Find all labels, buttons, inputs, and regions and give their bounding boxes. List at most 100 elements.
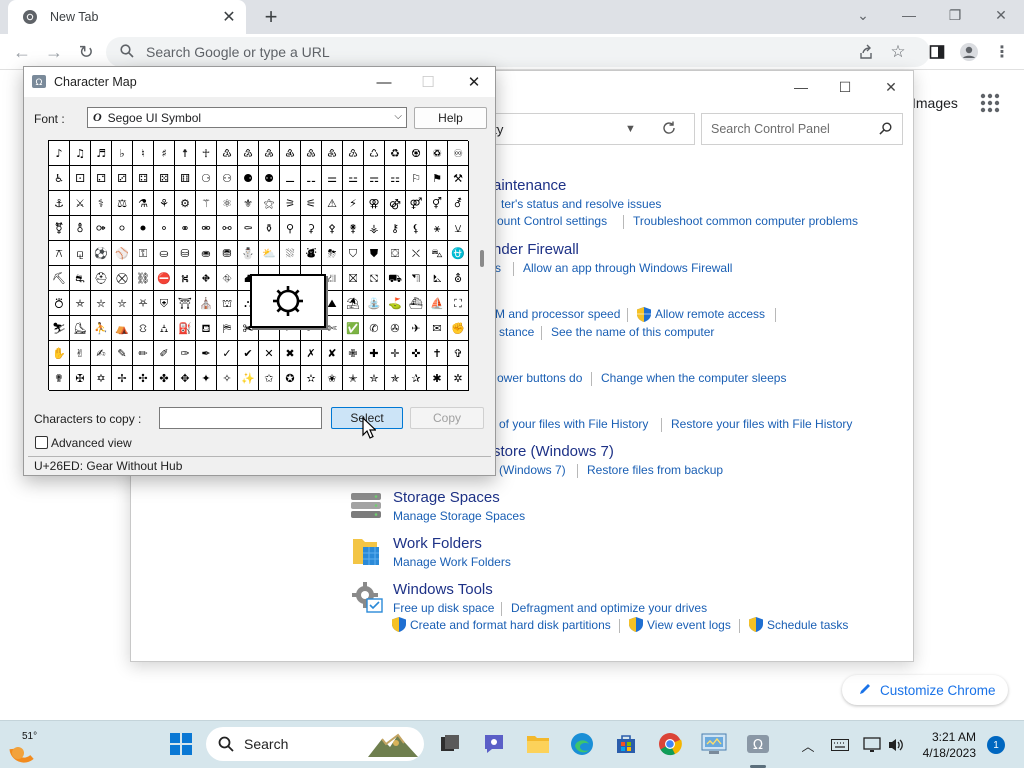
character-cell[interactable]: ⛒ xyxy=(112,266,133,291)
cp-link[interactable]: stance xyxy=(499,325,534,339)
character-cell[interactable]: ♹ xyxy=(343,141,364,166)
character-cell[interactable]: ⛝ xyxy=(343,266,364,291)
reload-button[interactable]: ↻ xyxy=(72,38,100,66)
character-cell[interactable]: ⛾ xyxy=(196,316,217,341)
character-cell[interactable]: ⚶ xyxy=(364,216,385,241)
character-cell[interactable]: ⛽ xyxy=(175,316,196,341)
character-cell[interactable]: ⚵ xyxy=(343,216,364,241)
character-cell[interactable]: ⛹ xyxy=(91,316,112,341)
character-cell[interactable]: ⛐ xyxy=(70,266,91,291)
character-cell[interactable]: ⚼ xyxy=(70,241,91,266)
character-cell[interactable]: ⚴ xyxy=(322,216,343,241)
side-panel-icon[interactable] xyxy=(923,38,951,66)
task-view-icon[interactable] xyxy=(436,730,464,758)
character-cell[interactable]: ⚭ xyxy=(175,216,196,241)
character-cell[interactable]: ♺ xyxy=(364,141,385,166)
character-cell[interactable]: ✈ xyxy=(406,316,427,341)
character-cell[interactable]: ⛃ xyxy=(217,241,238,266)
address-bar[interactable]: Search Google or type a URL xyxy=(106,37,930,67)
character-cell[interactable]: ⛣ xyxy=(49,291,70,316)
character-cell[interactable]: ⚠ xyxy=(322,191,343,216)
bookmark-star-icon[interactable]: ☆ xyxy=(884,38,912,66)
cp-link[interactable]: See the name of this computer xyxy=(551,325,714,339)
character-cell[interactable]: ✨ xyxy=(238,366,259,391)
show-hidden-icons-chevron-icon[interactable]: ︿ xyxy=(798,735,818,755)
character-cell[interactable]: ♵ xyxy=(259,141,280,166)
character-cell[interactable]: ✓ xyxy=(217,341,238,366)
share-icon[interactable] xyxy=(852,38,880,66)
character-cell[interactable]: ✬ xyxy=(322,366,343,391)
character-cell[interactable]: ⛟ xyxy=(385,266,406,291)
character-cell[interactable]: ♳ xyxy=(217,141,238,166)
character-cell[interactable]: ✩ xyxy=(259,366,280,391)
character-cell[interactable]: ⚋ xyxy=(301,166,322,191)
character-cell[interactable]: ⛥ xyxy=(91,291,112,316)
character-cell[interactable]: ✎ xyxy=(112,341,133,366)
character-cell[interactable]: ⚧ xyxy=(49,216,70,241)
character-cell[interactable]: ⚻ xyxy=(49,241,70,266)
character-cell[interactable]: ⛖ xyxy=(196,266,217,291)
network-monitor-icon[interactable] xyxy=(862,735,882,755)
help-button[interactable]: Help xyxy=(414,107,487,129)
browser-tab-new-tab[interactable]: New Tab ✕ xyxy=(8,0,246,34)
character-cell[interactable]: ♾ xyxy=(448,141,469,166)
character-cell[interactable]: ✆ xyxy=(364,316,385,341)
character-cell[interactable]: ⛨ xyxy=(154,291,175,316)
character-cell[interactable]: ✔ xyxy=(238,341,259,366)
character-cell[interactable]: ✕ xyxy=(259,341,280,366)
character-cell[interactable]: ✋ xyxy=(49,341,70,366)
windows-start-icon[interactable] xyxy=(170,733,192,755)
character-cell[interactable]: ✝ xyxy=(427,341,448,366)
character-cell[interactable]: ⛢ xyxy=(448,266,469,291)
character-cell[interactable]: ⚌ xyxy=(322,166,343,191)
character-cell[interactable]: ⚒ xyxy=(448,166,469,191)
character-cell[interactable]: ⚨ xyxy=(70,216,91,241)
minimize-button[interactable]: — xyxy=(886,0,932,30)
character-cell[interactable]: ⛉ xyxy=(343,241,364,266)
character-cell[interactable]: ⚮ xyxy=(196,216,217,241)
character-cell[interactable]: ⚦ xyxy=(448,191,469,216)
character-cell[interactable]: ✜ xyxy=(406,341,427,366)
character-cell[interactable]: ⛅ xyxy=(259,241,280,266)
character-cell[interactable]: ⛗ xyxy=(217,266,238,291)
character-cell[interactable]: ⛫ xyxy=(217,291,238,316)
tab-search-chevron-icon[interactable]: ⌄ xyxy=(840,0,886,30)
character-cell[interactable]: ✭ xyxy=(343,366,364,391)
character-cell[interactable]: ⚹ xyxy=(427,216,448,241)
character-cell[interactable]: ⛄ xyxy=(238,241,259,266)
character-cell[interactable]: ⚲ xyxy=(280,216,301,241)
character-cell[interactable]: ⚂ xyxy=(112,166,133,191)
character-cell[interactable]: ⚳ xyxy=(301,216,322,241)
character-cell[interactable]: ⚎ xyxy=(364,166,385,191)
character-cell[interactable]: ✍ xyxy=(91,341,112,366)
forward-button[interactable]: → xyxy=(40,38,68,66)
character-cell[interactable]: ⚊ xyxy=(280,166,301,191)
character-cell[interactable]: ✠ xyxy=(70,366,91,391)
character-cell[interactable]: ⛌ xyxy=(406,241,427,266)
advanced-view-label[interactable]: Advanced view xyxy=(51,436,132,450)
character-cell[interactable]: ⚕ xyxy=(91,191,112,216)
copy-button[interactable]: Copy xyxy=(410,407,484,429)
character-cell[interactable]: ✉ xyxy=(427,316,448,341)
character-cell[interactable]: ⚗ xyxy=(133,191,154,216)
character-cell[interactable]: ✗ xyxy=(301,341,322,366)
character-cell[interactable]: ⚏ xyxy=(385,166,406,191)
advanced-view-checkbox[interactable] xyxy=(35,436,48,449)
character-cell[interactable]: ⛻ xyxy=(133,316,154,341)
character-cell[interactable]: ⚱ xyxy=(259,216,280,241)
character-cell[interactable]: ⛊ xyxy=(364,241,385,266)
new-tab-button[interactable]: + xyxy=(258,4,284,30)
character-cell[interactable]: ♴ xyxy=(238,141,259,166)
character-cell[interactable]: ♪ xyxy=(49,141,70,166)
character-cell[interactable]: ⚔ xyxy=(70,191,91,216)
character-cell[interactable]: ⛞ xyxy=(364,266,385,291)
character-cell[interactable]: ⛲ xyxy=(364,291,385,316)
cp-heading-firewall[interactable]: nder Firewall xyxy=(493,241,579,258)
character-cell[interactable]: ⚖ xyxy=(112,191,133,216)
character-cell[interactable]: ✱ xyxy=(427,366,448,391)
character-cell[interactable]: ⚑ xyxy=(427,166,448,191)
volume-icon[interactable] xyxy=(886,735,906,755)
cp-link[interactable]: ower buttons do xyxy=(497,371,582,385)
character-cell[interactable]: ⛩ xyxy=(175,291,196,316)
cp-link[interactable]: Create and format hard disk partitions xyxy=(410,618,611,632)
